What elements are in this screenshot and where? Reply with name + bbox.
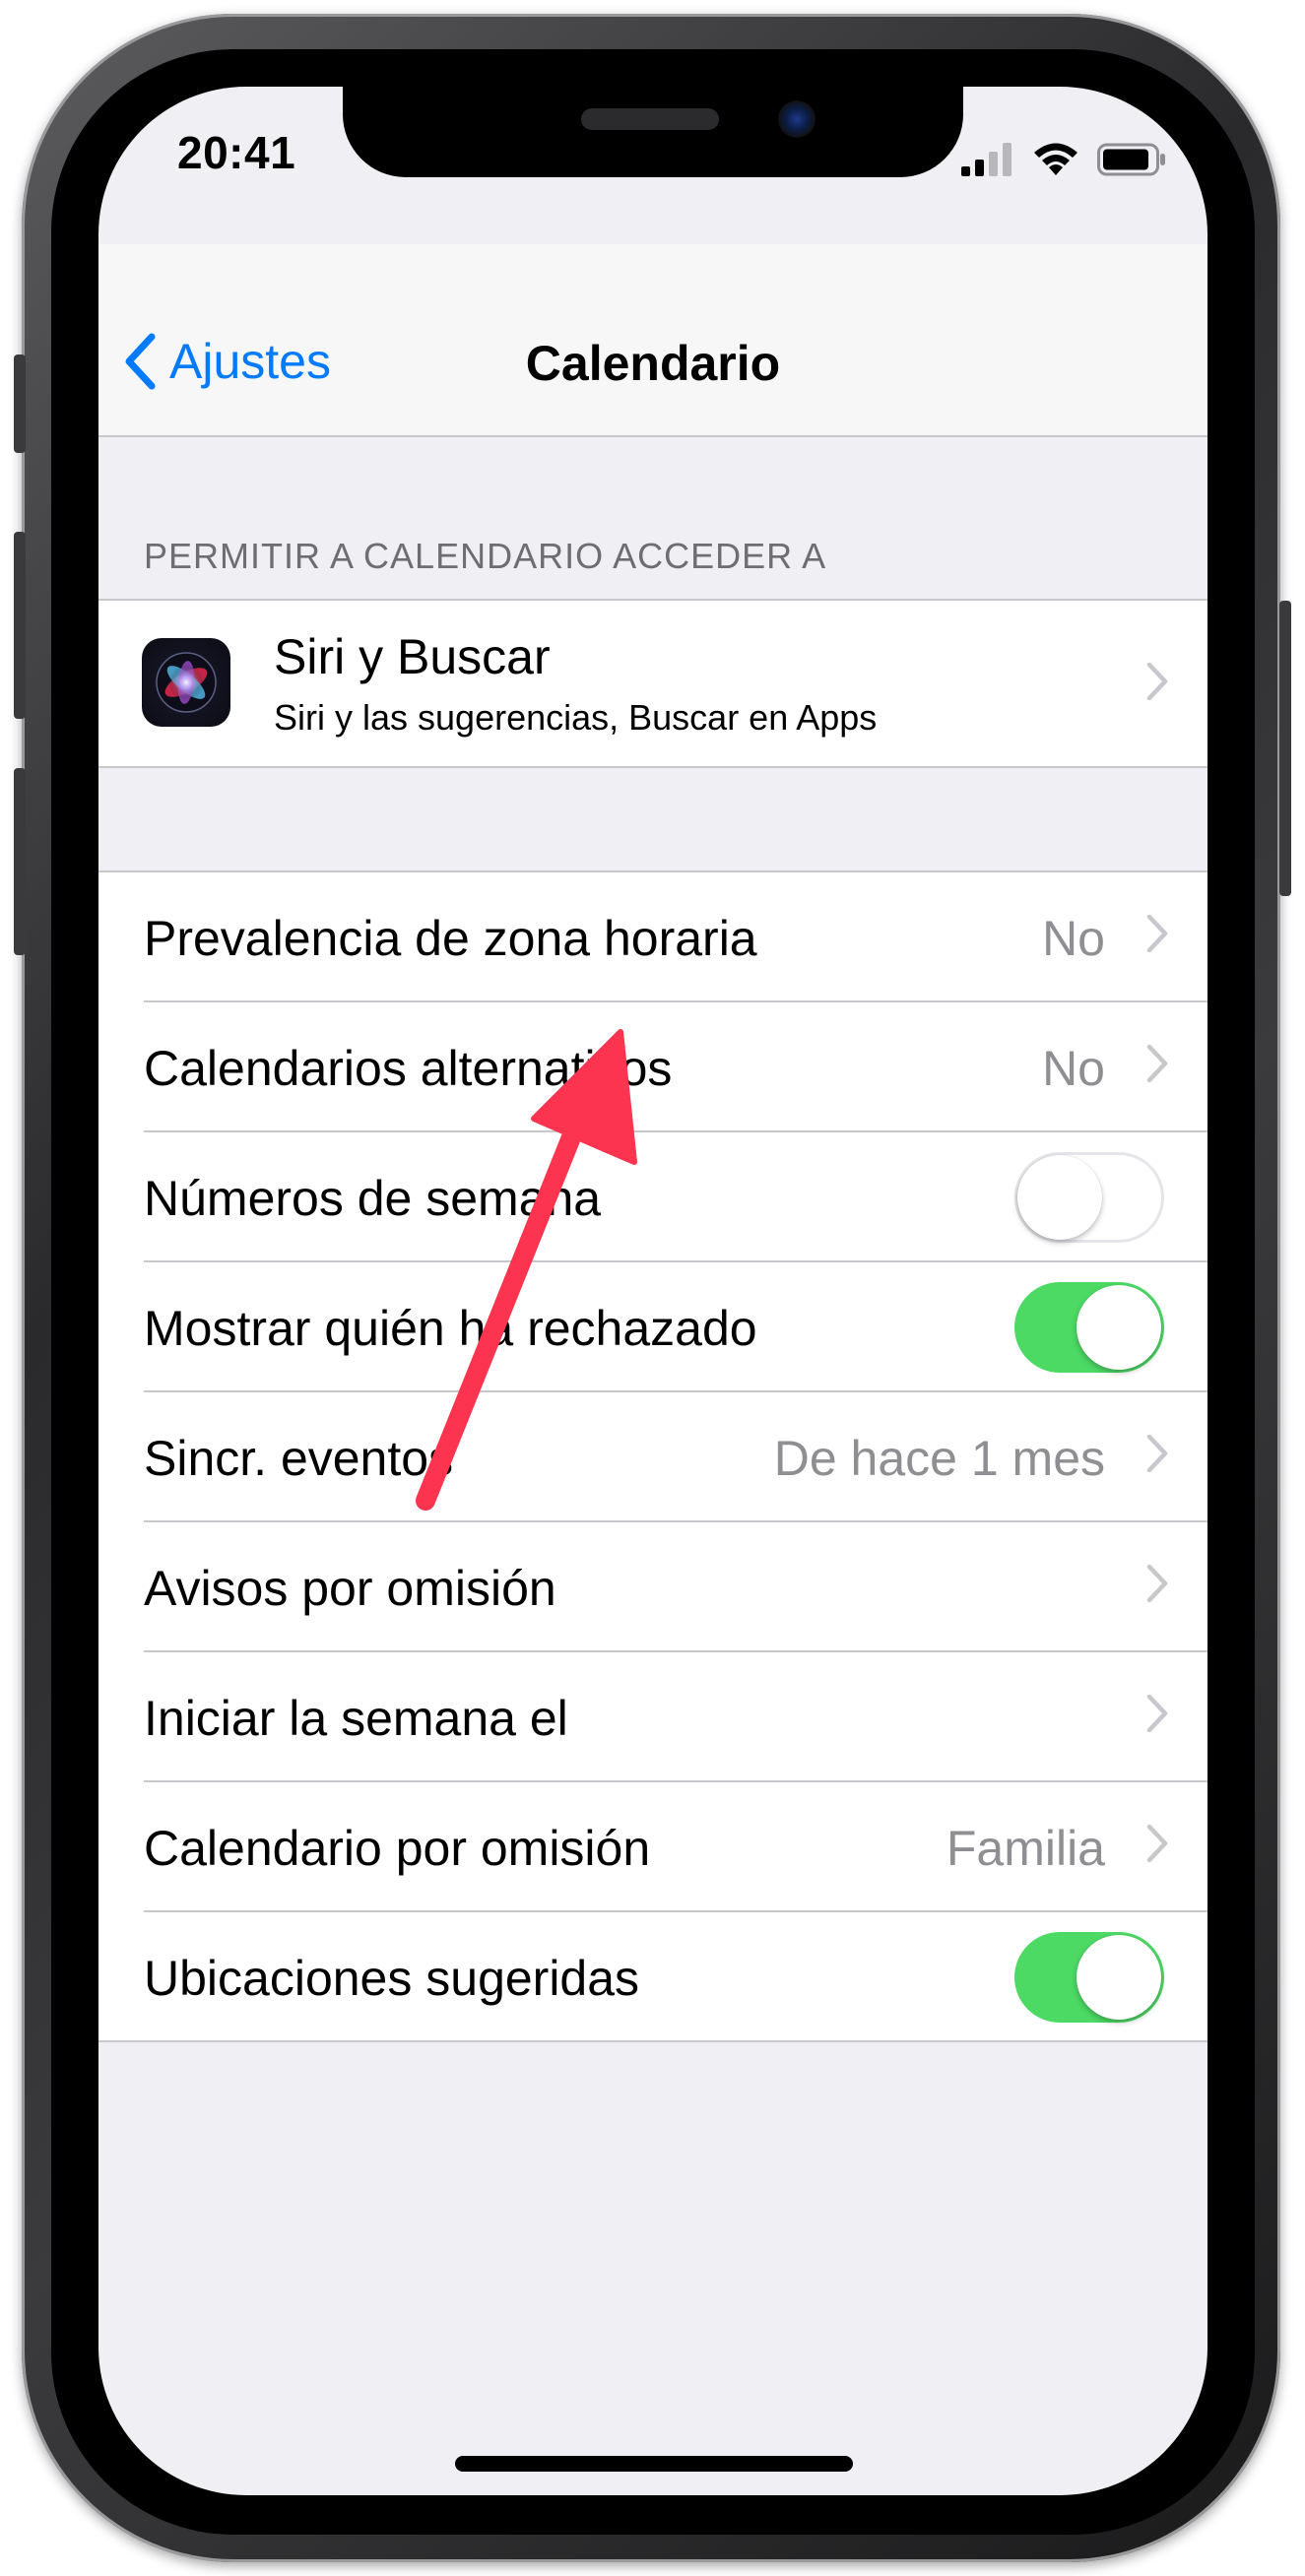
siri-row-title: Siri y Buscar [274, 629, 551, 684]
row-label: Números de semana [144, 1171, 602, 1226]
battery-icon [1097, 143, 1165, 176]
row-default-alerts[interactable]: Avisos por omisión [98, 1522, 1207, 1652]
row-label: Prevalencia de zona horaria [144, 911, 757, 966]
chevron-right-icon [1146, 1434, 1168, 1473]
toggle-knob [1017, 1155, 1102, 1240]
wifi-icon [1034, 143, 1077, 175]
page-title: Calendario [525, 336, 781, 391]
status-icons [961, 140, 1166, 179]
row-timezone-override[interactable]: Prevalencia de zona horaria No [98, 872, 1207, 1002]
row-label: Ubicaciones sugeridas [144, 1951, 640, 2006]
toggle-knob [1077, 1285, 1161, 1370]
siri-icon [142, 638, 230, 727]
navigation-bar: Ajustes Calendario [98, 244, 1207, 437]
row-value: No [1042, 911, 1105, 966]
siri-search-row[interactable]: Siri y Buscar Siri y las sugerencias, Bu… [98, 599, 1207, 768]
power-button [1279, 601, 1291, 896]
show-declined-toggle[interactable] [1014, 1282, 1164, 1373]
speaker-grille [581, 108, 719, 130]
row-value: Familia [946, 1821, 1105, 1876]
volume-down-button [14, 768, 26, 955]
chevron-right-icon [1146, 1044, 1168, 1083]
row-alternate-calendars[interactable]: Calendarios alternativos No [98, 1002, 1207, 1132]
screen: 20:41 Ajustes Calendario PERMITIR A CALE… [98, 87, 1207, 2495]
silent-switch [14, 354, 26, 453]
row-label: Calendarios alternativos [144, 1041, 673, 1096]
row-label: Avisos por omisión [144, 1561, 556, 1616]
row-location-suggestions: Ubicaciones sugeridas [98, 1912, 1207, 2042]
row-label: Iniciar la semana el [144, 1691, 568, 1746]
status-time: 20:41 [177, 127, 296, 178]
row-show-declined: Mostrar quién ha rechazado [98, 1262, 1207, 1392]
row-value: De hace 1 mes [773, 1431, 1105, 1486]
chevron-right-icon [1146, 1694, 1168, 1733]
row-label: Calendario por omisión [144, 1821, 651, 1876]
chevron-right-icon [1146, 1564, 1168, 1603]
row-start-week-on[interactable]: Iniciar la semana el [98, 1652, 1207, 1782]
row-week-numbers: Números de semana [98, 1132, 1207, 1262]
section-header-access: PERMITIR A CALENDARIO ACCEDER A [144, 536, 827, 576]
siri-row-subtitle: Siri y las sugerencias, Buscar en Apps [274, 697, 878, 738]
row-value: No [1042, 1041, 1105, 1096]
home-indicator[interactable] [455, 2456, 853, 2472]
chevron-right-icon [1146, 1824, 1168, 1863]
row-label: Sincr. eventos [144, 1431, 454, 1486]
row-default-calendar[interactable]: Calendario por omisión Familia [98, 1782, 1207, 1912]
toggle-knob [1077, 1935, 1161, 2020]
notch [343, 87, 963, 177]
cellular-signal-icon [961, 143, 1011, 176]
front-camera [778, 100, 816, 138]
chevron-right-icon [1146, 662, 1168, 701]
row-sync-events[interactable]: Sincr. eventos De hace 1 mes [98, 1392, 1207, 1522]
row-label: Mostrar quién ha rechazado [144, 1301, 757, 1356]
chevron-right-icon [1146, 914, 1168, 953]
week-numbers-toggle[interactable] [1014, 1152, 1164, 1243]
volume-up-button [14, 532, 26, 719]
location-suggestions-toggle[interactable] [1014, 1932, 1164, 2023]
calendar-settings-group: Prevalencia de zona horaria No Calendari… [98, 870, 1207, 2042]
